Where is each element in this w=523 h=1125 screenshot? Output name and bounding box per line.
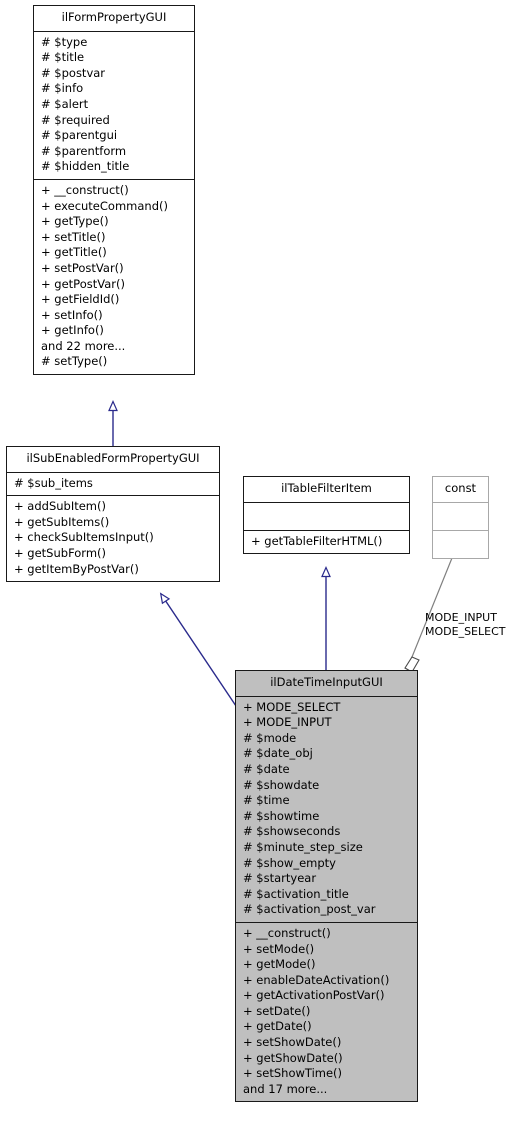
association-label-const: MODE_INPUT MODE_SELECT — [425, 611, 505, 639]
class-methods-ildatetimeinputgui: + __construct() + setMode() + getMode() … — [236, 923, 417, 1102]
method-row: + getSubForm() — [14, 545, 107, 560]
class-attributes-const — [433, 503, 488, 531]
method-row: + __construct() — [41, 182, 129, 197]
attribute-row: # $date_obj — [243, 746, 313, 761]
method-row: + getDate() — [243, 1019, 312, 1034]
attribute-row: # $minute_step_size — [243, 839, 363, 854]
edge-generalization-datetime-to-subenabled — [159, 592, 237, 707]
method-row: + setMode() — [243, 941, 315, 956]
method-row-more: and 17 more... — [243, 1081, 328, 1096]
method-row: + setTitle() — [41, 229, 106, 244]
attribute-row: # $activation_title — [243, 886, 349, 901]
attribute-row: # $parentgui — [41, 128, 118, 143]
method-row: + setInfo() — [41, 307, 103, 322]
method-row: + getMode() — [243, 957, 316, 972]
method-row: + setDate() — [243, 1003, 311, 1018]
attribute-row: # $startyear — [243, 871, 317, 886]
class-methods-iltablefilteritem: + getTableFilterHTML() — [244, 531, 409, 554]
method-row: + getPostVar() — [41, 276, 125, 291]
class-methods-ilformpropertygui: + __construct() + executeCommand() + get… — [34, 180, 194, 374]
method-row: + checkSubItemsInput() — [14, 530, 154, 545]
method-row: + __construct() — [243, 925, 331, 940]
attribute-row: # $parentform — [41, 143, 127, 158]
method-row: + getTitle() — [41, 245, 107, 260]
class-box-ildatetimeinputgui[interactable]: ilDateTimeInputGUI + MODE_SELECT + MODE_… — [235, 670, 418, 1103]
class-methods-ilsubenabledformpropertygui: + addSubItem() + getSubItems() + checkSu… — [7, 496, 219, 581]
attribute-row: + MODE_INPUT — [243, 715, 332, 730]
attribute-row: # $showdate — [243, 777, 320, 792]
method-row: + enableDateActivation() — [243, 972, 390, 987]
class-attributes-ilsubenabledformpropertygui: # $sub_items — [7, 473, 219, 497]
attribute-row: # $show_empty — [243, 855, 336, 870]
attribute-row: # $time — [243, 793, 290, 808]
attribute-row: # $info — [41, 81, 84, 96]
method-row: + getActivationPostVar() — [243, 988, 385, 1003]
method-row: + executeCommand() — [41, 198, 168, 213]
method-row: + setShowDate() — [243, 1035, 342, 1050]
class-name-ilformpropertygui: ilFormPropertyGUI — [34, 6, 194, 32]
association-label-line2: MODE_SELECT — [425, 625, 506, 638]
method-row: + getItemByPostVar() — [14, 561, 139, 576]
attribute-row: # $sub_items — [14, 475, 93, 490]
method-row: + getShowDate() — [243, 1050, 343, 1065]
class-box-ilsubenabledformpropertygui[interactable]: ilSubEnabledFormPropertyGUI # $sub_items… — [6, 446, 220, 583]
uml-class-diagram: ilFormPropertyGUI # $type # $title # $po… — [0, 0, 523, 1125]
method-row: + getInfo() — [41, 323, 104, 338]
class-box-iltablefilteritem[interactable]: ilTableFilterItem + getTableFilterHTML() — [243, 476, 410, 555]
class-box-ilformpropertygui[interactable]: ilFormPropertyGUI # $type # $title # $po… — [33, 5, 195, 376]
method-row: + getFieldId() — [41, 292, 120, 307]
attribute-row: # $date — [243, 761, 290, 776]
class-name-iltablefilteritem: ilTableFilterItem — [244, 477, 409, 503]
attribute-row: # $showseconds — [243, 824, 341, 839]
method-row: + getType() — [41, 214, 109, 229]
attribute-row: # $title — [41, 50, 85, 65]
association-label-line1: MODE_INPUT — [425, 611, 497, 624]
method-row: + setShowTime() — [243, 1066, 343, 1081]
attribute-row: # $required — [41, 112, 110, 127]
class-box-const[interactable]: const — [432, 476, 489, 559]
method-row: # setType() — [41, 354, 108, 369]
attribute-row: # $hidden_title — [41, 159, 130, 174]
method-row: + getSubItems() — [14, 514, 110, 529]
method-row-more: and 22 more... — [41, 338, 126, 353]
attribute-row: # $mode — [243, 730, 297, 745]
attribute-row: # $postvar — [41, 65, 106, 80]
class-name-const: const — [433, 477, 488, 503]
class-name-ilsubenabledformpropertygui: ilSubEnabledFormPropertyGUI — [7, 447, 219, 473]
class-name-ildatetimeinputgui: ilDateTimeInputGUI — [236, 671, 417, 697]
class-methods-const — [433, 531, 488, 558]
class-attributes-ildatetimeinputgui: + MODE_SELECT + MODE_INPUT # $mode # $da… — [236, 697, 417, 923]
attribute-row: # $activation_post_var — [243, 902, 376, 917]
attribute-row: + MODE_SELECT — [243, 699, 341, 714]
method-row: + addSubItem() — [14, 499, 106, 514]
class-attributes-iltablefilteritem — [244, 503, 409, 531]
class-attributes-ilformpropertygui: # $type # $title # $postvar # $info # $a… — [34, 32, 194, 180]
method-row: + setPostVar() — [41, 260, 124, 275]
attribute-row: # $showtime — [243, 808, 320, 823]
method-row: + getTableFilterHTML() — [251, 533, 383, 548]
attribute-row: # $type — [41, 34, 88, 49]
attribute-row: # $alert — [41, 96, 89, 111]
